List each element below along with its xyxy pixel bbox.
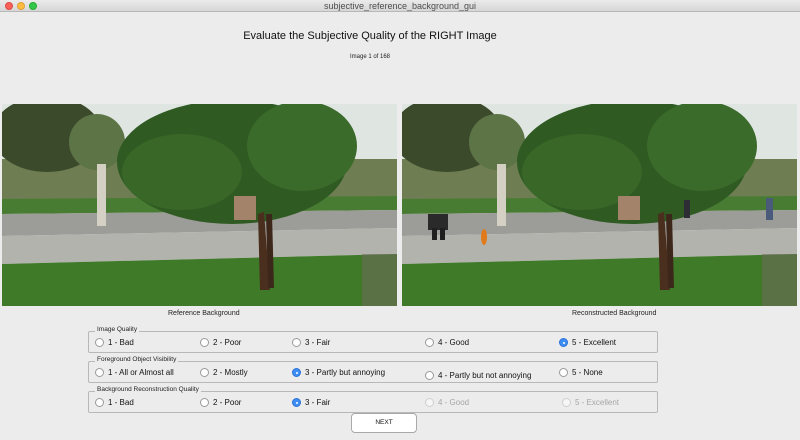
foreground-visibility-option-5[interactable]: 5 - None — [559, 368, 603, 377]
reconstructed-caption: Reconstructed Background — [572, 310, 657, 317]
foreground-visibility-legend: Foreground Object Visibility — [95, 356, 179, 363]
next-button[interactable]: NEXT — [351, 413, 417, 433]
image-quality-group: Image Quality 1 - Bad 2 - Poor 3 - Fair … — [88, 326, 658, 353]
background-reconstruction-legend: Background Reconstruction Quality — [95, 386, 201, 393]
image-counter: Image 1 of 168 — [349, 54, 391, 60]
image-quality-option-3[interactable]: 3 - Fair — [292, 338, 330, 347]
reconstructed-background-image — [402, 104, 797, 306]
image-quality-option-1[interactable]: 1 - Bad — [95, 338, 134, 347]
reference-caption: Reference Background — [168, 310, 240, 317]
radio-circle-icon — [559, 368, 568, 377]
reference-background-image — [2, 104, 397, 306]
background-reconstruction-option-2[interactable]: 2 - Poor — [200, 398, 241, 407]
radio-selected-icon — [559, 338, 568, 347]
window-title: subjective_reference_background_gui — [323, 1, 477, 11]
image-quality-option-4[interactable]: 4 - Good — [425, 338, 469, 347]
radio-circle-icon — [200, 338, 209, 347]
foreground-visibility-option-2[interactable]: 2 - Mostly — [200, 368, 248, 377]
foreground-visibility-option-1[interactable]: 1 - All or Almost all — [95, 368, 174, 377]
background-reconstruction-group: Background Reconstruction Quality 1 - Ba… — [88, 386, 658, 413]
page-title: Evaluate the Subjective Quality of the R… — [243, 30, 497, 42]
radio-circle-icon — [562, 398, 571, 407]
radio-circle-icon — [95, 338, 104, 347]
image-quality-option-2[interactable]: 2 - Poor — [200, 338, 241, 347]
background-reconstruction-option-1[interactable]: 1 - Bad — [95, 398, 134, 407]
radio-circle-icon — [425, 371, 434, 380]
radio-selected-icon — [292, 368, 301, 377]
background-reconstruction-option-3[interactable]: 3 - Fair — [292, 398, 330, 407]
image-quality-legend: Image Quality — [95, 326, 140, 333]
window-title-bar: subjective_reference_background_gui — [0, 0, 800, 12]
background-reconstruction-option-5: 5 - Excellent — [562, 398, 619, 407]
radio-circle-icon — [425, 398, 434, 407]
image-quality-option-5[interactable]: 5 - Excellent — [559, 338, 616, 347]
radio-circle-icon — [292, 338, 301, 347]
radio-circle-icon — [200, 398, 209, 407]
radio-circle-icon — [425, 338, 434, 347]
foreground-visibility-group: Foreground Object Visibility 1 - All or … — [88, 356, 658, 383]
radio-circle-icon — [95, 368, 104, 377]
foreground-visibility-option-4[interactable]: 4 - Partly but not annoying — [425, 371, 531, 380]
radio-selected-icon — [292, 398, 301, 407]
foreground-visibility-option-3[interactable]: 3 - Partly but annoying — [292, 368, 385, 377]
background-reconstruction-option-4: 4 - Good — [425, 398, 469, 407]
radio-circle-icon — [95, 398, 104, 407]
radio-circle-icon — [200, 368, 209, 377]
